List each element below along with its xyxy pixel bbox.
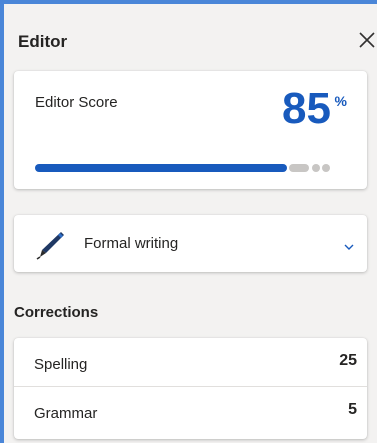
editor-pane: Editor Editor Score 85 % Formal writing <box>4 4 377 443</box>
writing-mode-dropdown[interactable]: Formal writing <box>14 215 367 272</box>
corrections-item-spelling[interactable]: Spelling 25 <box>14 338 367 386</box>
close-icon[interactable] <box>357 30 377 50</box>
editor-score-value: 85 <box>282 84 331 133</box>
pane-header: Editor <box>4 4 377 70</box>
editor-score-label: Editor Score <box>35 94 118 111</box>
corrections-item-count: 5 <box>348 401 357 418</box>
chevron-down-icon[interactable] <box>343 239 355 250</box>
score-progress-bar <box>35 164 331 172</box>
corrections-item-label: Spelling <box>34 356 88 373</box>
score-progress-dot <box>322 164 330 172</box>
editor-score-unit: % <box>334 93 347 109</box>
corrections-item-grammar[interactable]: Grammar 5 <box>14 387 367 435</box>
score-progress-fill <box>35 164 287 172</box>
corrections-card: Spelling 25 Grammar 5 <box>14 338 367 439</box>
pane-title: Editor <box>18 32 68 51</box>
corrections-heading: Corrections <box>14 304 99 321</box>
editor-score-card: Editor Score 85 % <box>14 71 367 189</box>
writing-mode-label: Formal writing <box>84 235 179 252</box>
score-progress-remaining <box>289 164 309 172</box>
corrections-item-label: Grammar <box>34 405 98 422</box>
pen-icon <box>34 228 66 260</box>
corrections-item-count: 25 <box>339 352 357 369</box>
score-progress-dot <box>312 164 320 172</box>
